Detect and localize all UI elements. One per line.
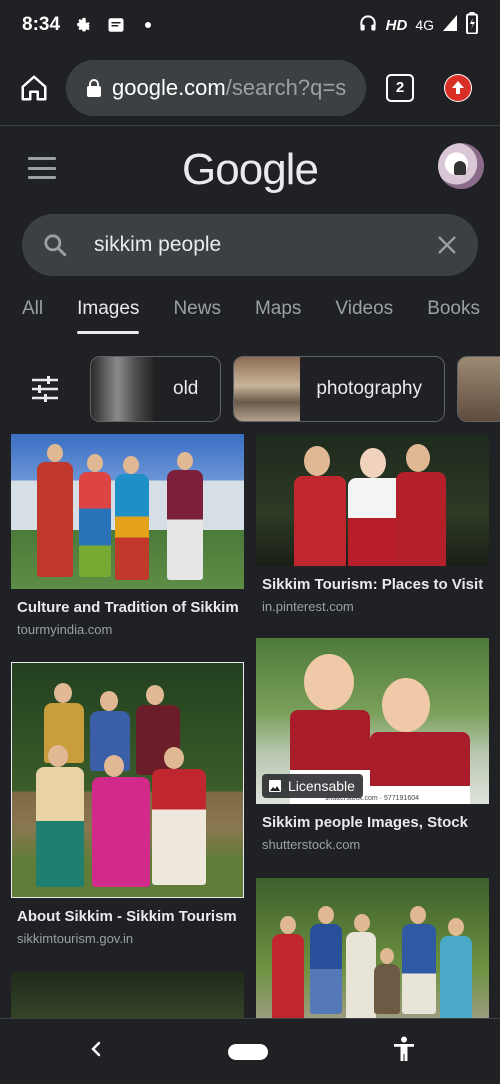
close-icon[interactable] xyxy=(436,234,458,256)
message-icon xyxy=(106,15,126,35)
hd-indicator: HD xyxy=(385,16,408,34)
tab-news[interactable]: News xyxy=(173,288,221,334)
image-result[interactable]: Licensable shutterstock.com · 577191604 … xyxy=(256,638,489,852)
update-arrow-icon xyxy=(445,74,471,101)
image-result[interactable] xyxy=(256,878,489,1018)
filter-button[interactable] xyxy=(0,356,90,422)
chip-more[interactable] xyxy=(457,356,500,422)
chip-photography-label: photography xyxy=(316,378,423,399)
result-title[interactable]: Culture and Tradition of Sikkim xyxy=(11,599,244,616)
licensable-label: Licensable xyxy=(288,778,355,794)
status-bar: 8:34 HD 4G xyxy=(0,0,500,50)
accessibility-button[interactable] xyxy=(392,1036,416,1067)
back-button[interactable] xyxy=(88,1039,104,1064)
chip-more-thumbnail xyxy=(458,357,500,421)
tab-all[interactable]: All xyxy=(22,288,43,334)
chevron-left-icon xyxy=(91,1041,101,1057)
result-title[interactable]: About Sikkim - Sikkim Tourism xyxy=(11,908,244,925)
result-image[interactable] xyxy=(11,434,244,589)
search-box[interactable]: sikkim people xyxy=(22,214,478,276)
chip-old-label: old xyxy=(173,378,199,399)
accessibility-icon xyxy=(394,1036,414,1061)
home-pill[interactable] xyxy=(228,1043,268,1060)
google-logo[interactable]: Google xyxy=(0,145,500,195)
result-source: tourmyindia.com xyxy=(17,622,113,637)
result-title[interactable]: Sikkim Tourism: Places to Visit xyxy=(256,576,489,593)
chip-old[interactable]: old xyxy=(90,356,222,422)
url-bar[interactable]: google.com/search?q=s xyxy=(66,59,366,116)
result-image[interactable] xyxy=(256,434,489,566)
system-nav-bar xyxy=(0,1018,500,1084)
browser-toolbar: google.com/search?q=s 2 xyxy=(0,50,500,126)
tab-maps[interactable]: Maps xyxy=(255,288,301,334)
image-result[interactable]: Culture and Tradition of Sikkim tourmyin… xyxy=(11,434,244,637)
tab-images[interactable]: Images xyxy=(77,288,140,334)
chip-photography-thumbnail xyxy=(234,357,301,421)
result-image[interactable] xyxy=(256,878,489,1018)
google-header: Google xyxy=(0,127,500,211)
url-host: google.com xyxy=(112,74,226,100)
image-icon xyxy=(269,780,281,792)
result-source: shutterstock.com xyxy=(262,837,361,852)
image-result[interactable] xyxy=(11,972,244,1018)
search-input[interactable]: sikkim people xyxy=(94,233,436,257)
tab-count: 2 xyxy=(395,79,405,96)
battery-icon xyxy=(466,11,478,39)
image-result[interactable]: Sikkim Tourism: Places to Visit in.pinte… xyxy=(256,434,489,614)
tab-switcher-button[interactable]: 2 xyxy=(386,73,414,102)
signal-icon xyxy=(442,14,458,37)
update-button[interactable] xyxy=(444,73,472,102)
home-button[interactable] xyxy=(14,68,54,108)
chip-photography[interactable]: photography xyxy=(233,356,446,422)
network-type: 4G xyxy=(415,17,434,33)
chip-old-thumbnail xyxy=(91,357,157,421)
image-result[interactable]: About Sikkim - Sikkim Tourism sikkimtour… xyxy=(11,662,244,946)
result-title[interactable]: Sikkim people Images, Stock xyxy=(256,814,489,831)
home-icon xyxy=(21,75,47,100)
result-image[interactable] xyxy=(11,662,244,898)
tab-videos[interactable]: Videos xyxy=(335,288,393,334)
result-image[interactable] xyxy=(11,972,244,1018)
tab-books[interactable]: Books xyxy=(427,288,480,334)
result-image[interactable]: Licensable shutterstock.com · 577191604 xyxy=(256,638,489,804)
avatar[interactable] xyxy=(438,143,484,189)
url-path: /search?q=s xyxy=(225,74,347,100)
image-results: Culture and Tradition of Sikkim tourmyin… xyxy=(0,434,500,1018)
filter-chips: old photography xyxy=(0,356,500,422)
status-time: 8:34 xyxy=(22,14,61,35)
watermark-text: shutterstock.com · 577191604 xyxy=(324,795,419,802)
lock-icon xyxy=(87,78,101,97)
search-tabs: All Images News Maps Videos Books xyxy=(0,288,500,338)
tune-icon xyxy=(32,376,58,402)
headphones-icon xyxy=(358,13,378,38)
dot-icon xyxy=(138,15,158,35)
search-icon[interactable] xyxy=(42,232,68,258)
settings-icon xyxy=(74,15,94,35)
result-source: in.pinterest.com xyxy=(262,599,354,614)
result-source: sikkimtourism.gov.in xyxy=(17,931,134,946)
